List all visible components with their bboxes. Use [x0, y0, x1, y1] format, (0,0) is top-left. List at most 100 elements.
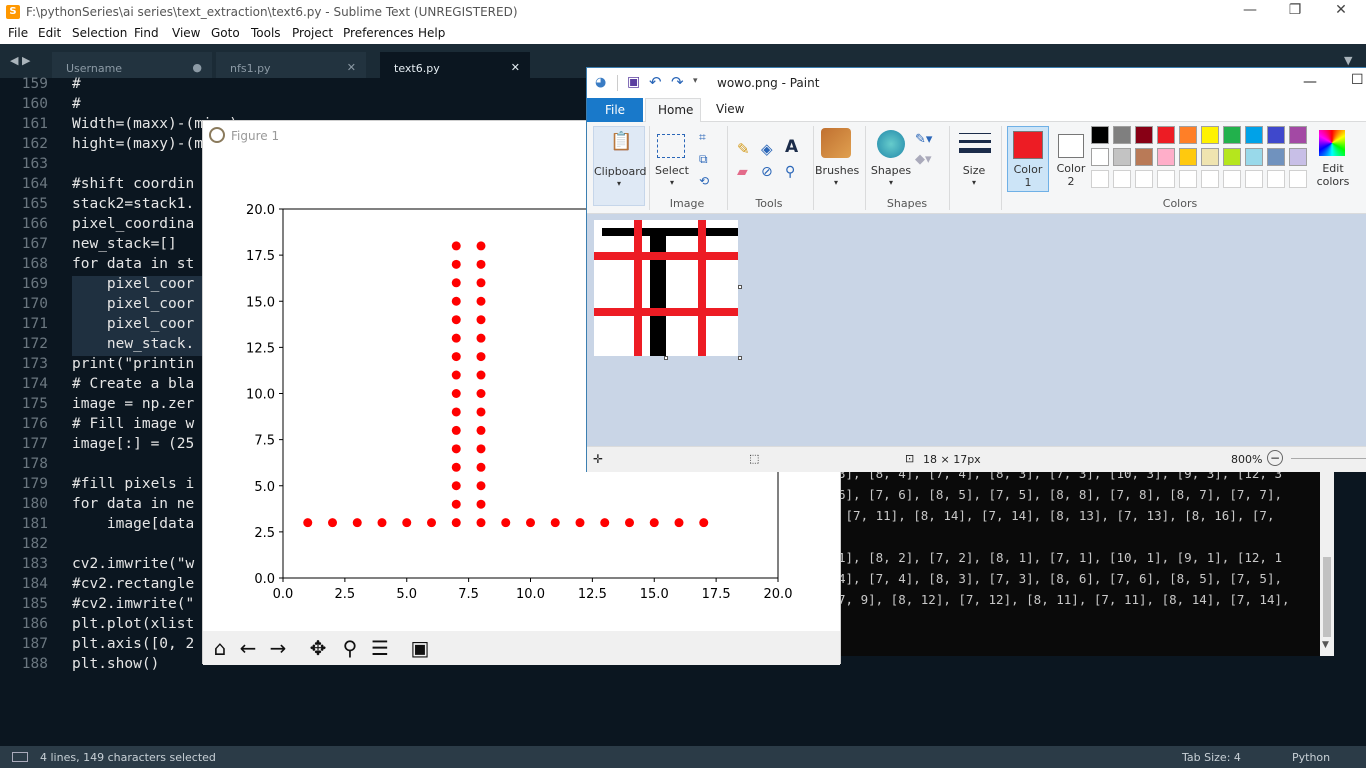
edit-colors-button[interactable]: Edit colors — [1313, 126, 1353, 192]
shapes-button[interactable]: Shapes — [869, 164, 913, 177]
palette-swatch[interactable] — [1135, 148, 1153, 166]
console-scrollbar[interactable]: ▼ — [1320, 462, 1334, 656]
menu-file[interactable]: File — [8, 26, 28, 40]
fill-shape-icon[interactable]: ◆▾ — [915, 152, 932, 167]
palette-swatch[interactable] — [1201, 148, 1219, 166]
code-line[interactable]: for data in ne — [72, 496, 194, 512]
code-line[interactable]: #cv2.rectangle — [72, 576, 194, 592]
palette-swatch[interactable] — [1135, 170, 1153, 188]
code-line[interactable]: image[:] = (25 — [72, 436, 194, 452]
close-tab-icon[interactable]: ✕ — [347, 61, 356, 74]
rotate-icon[interactable]: ⟲ — [699, 174, 709, 188]
tab-text6[interactable]: text6.py ✕ — [380, 52, 530, 78]
tab-size[interactable]: Tab Size: 4 — [1182, 751, 1241, 764]
code-line[interactable]: # Create a bla — [72, 376, 194, 392]
color1-button[interactable]: Color 1 — [1007, 126, 1049, 192]
resize-handle-bottom[interactable] — [664, 356, 668, 360]
select-button[interactable]: Select — [651, 164, 693, 177]
menu-find[interactable]: Find — [134, 26, 159, 40]
menu-project[interactable]: Project — [292, 26, 333, 40]
code-line[interactable]: # — [72, 76, 81, 92]
fill-icon[interactable]: ◈ — [761, 140, 773, 158]
configure-icon[interactable]: ☰ — [367, 635, 393, 661]
code-line[interactable]: pixel_coor — [72, 316, 194, 332]
magnifier-icon[interactable]: ⚲ — [785, 164, 795, 180]
palette-swatch[interactable] — [1157, 148, 1175, 166]
palette-swatch[interactable] — [1179, 126, 1197, 144]
crop-icon[interactable]: ⌗ — [699, 130, 706, 145]
code-line[interactable]: #cv2.imwrite(" — [72, 596, 194, 612]
code-line[interactable]: pixel_coor — [72, 296, 194, 312]
code-line[interactable]: plt.plot(xlist — [72, 616, 194, 632]
code-line[interactable]: #shift coordin — [72, 176, 194, 192]
palette-swatch[interactable] — [1245, 148, 1263, 166]
palette-swatch[interactable] — [1157, 126, 1175, 144]
palette-swatch[interactable] — [1223, 170, 1241, 188]
palette-swatch[interactable] — [1179, 170, 1197, 188]
tab-username[interactable]: Username ● — [52, 52, 212, 78]
paint-home-tab[interactable]: Home — [645, 98, 701, 123]
scrollbar-thumb[interactable] — [1323, 557, 1331, 637]
brushes-icon[interactable] — [821, 128, 851, 158]
tab-nfs1[interactable]: nfs1.py ✕ — [216, 52, 366, 78]
code-line[interactable]: stack2=stack1. — [72, 196, 194, 212]
palette-swatch[interactable] — [1091, 126, 1109, 144]
save-icon[interactable]: ▣ — [627, 74, 640, 90]
code-line[interactable]: plt.show() — [72, 656, 159, 672]
menu-edit[interactable]: Edit — [38, 26, 61, 40]
pencil-icon[interactable]: ✎ — [737, 140, 750, 158]
code-line[interactable]: #fill pixels i — [72, 476, 194, 492]
menu-preferences[interactable]: Preferences — [343, 26, 414, 40]
palette-swatch[interactable] — [1267, 170, 1285, 188]
zoom-slider[interactable] — [1291, 458, 1366, 459]
color2-button[interactable]: Color 2 — [1051, 126, 1093, 192]
tab-nav-arrows-icon[interactable]: ◀ ▶ — [10, 54, 30, 67]
menu-selection[interactable]: Selection — [72, 26, 127, 40]
restore-button[interactable]: ❐ — [1280, 2, 1310, 18]
brushes-button[interactable]: Brushes — [815, 164, 859, 177]
paint-canvas-area[interactable] — [587, 214, 1366, 446]
resize-icon[interactable]: ⧉ — [699, 152, 708, 167]
palette-swatch[interactable] — [1091, 148, 1109, 166]
close-button[interactable]: ✕ — [1326, 2, 1356, 18]
palette-swatch[interactable] — [1113, 126, 1131, 144]
palette-swatch[interactable] — [1135, 126, 1153, 144]
tab-list-icon[interactable]: ▼ — [1344, 54, 1352, 67]
code-line[interactable]: pixel_coordina — [72, 216, 194, 232]
menu-view[interactable]: View — [172, 26, 200, 40]
code-line[interactable]: new_stack=[] — [72, 236, 177, 252]
code-line[interactable]: plt.axis([0, 2 — [72, 636, 194, 652]
minimize-button[interactable]: — — [1235, 2, 1265, 18]
resize-handle-right[interactable] — [738, 285, 742, 289]
minimize-button[interactable]: — — [1303, 74, 1317, 90]
palette-swatch[interactable] — [1223, 126, 1241, 144]
close-tab-icon[interactable]: ✕ — [511, 61, 520, 74]
console-toggle-icon[interactable] — [12, 752, 28, 762]
eraser-icon[interactable]: ▰ — [737, 164, 748, 180]
paint-view-tab[interactable]: View — [716, 102, 744, 116]
color-picker-icon[interactable]: ⊘ — [761, 164, 773, 180]
palette-swatch[interactable] — [1289, 126, 1307, 144]
zoom-out-button[interactable]: − — [1267, 450, 1283, 466]
size-button[interactable]: Size — [953, 164, 995, 177]
paint-image[interactable] — [594, 220, 738, 356]
palette-swatch[interactable] — [1267, 126, 1285, 144]
redo-icon[interactable]: ↷ — [671, 73, 684, 91]
back-icon[interactable]: ← — [235, 635, 261, 661]
size-icon[interactable] — [959, 130, 991, 158]
outline-icon[interactable]: ✎▾ — [915, 132, 932, 147]
menu-help[interactable]: Help — [418, 26, 445, 40]
customize-qat-icon[interactable]: ▾ — [693, 76, 698, 86]
modified-dot-icon[interactable]: ● — [192, 61, 202, 74]
palette-swatch[interactable] — [1267, 148, 1285, 166]
undo-icon[interactable]: ↶ — [649, 73, 662, 91]
palette-swatch[interactable] — [1113, 170, 1131, 188]
resize-handle-corner[interactable] — [738, 356, 742, 360]
syntax-mode[interactable]: Python — [1292, 751, 1330, 764]
palette-swatch[interactable] — [1289, 148, 1307, 166]
code-line[interactable]: # — [72, 96, 81, 112]
maximize-button[interactable]: ☐ — [1351, 72, 1364, 88]
palette-swatch[interactable] — [1201, 126, 1219, 144]
menu-tools[interactable]: Tools — [251, 26, 281, 40]
paint-file-tab[interactable]: File — [587, 98, 643, 122]
